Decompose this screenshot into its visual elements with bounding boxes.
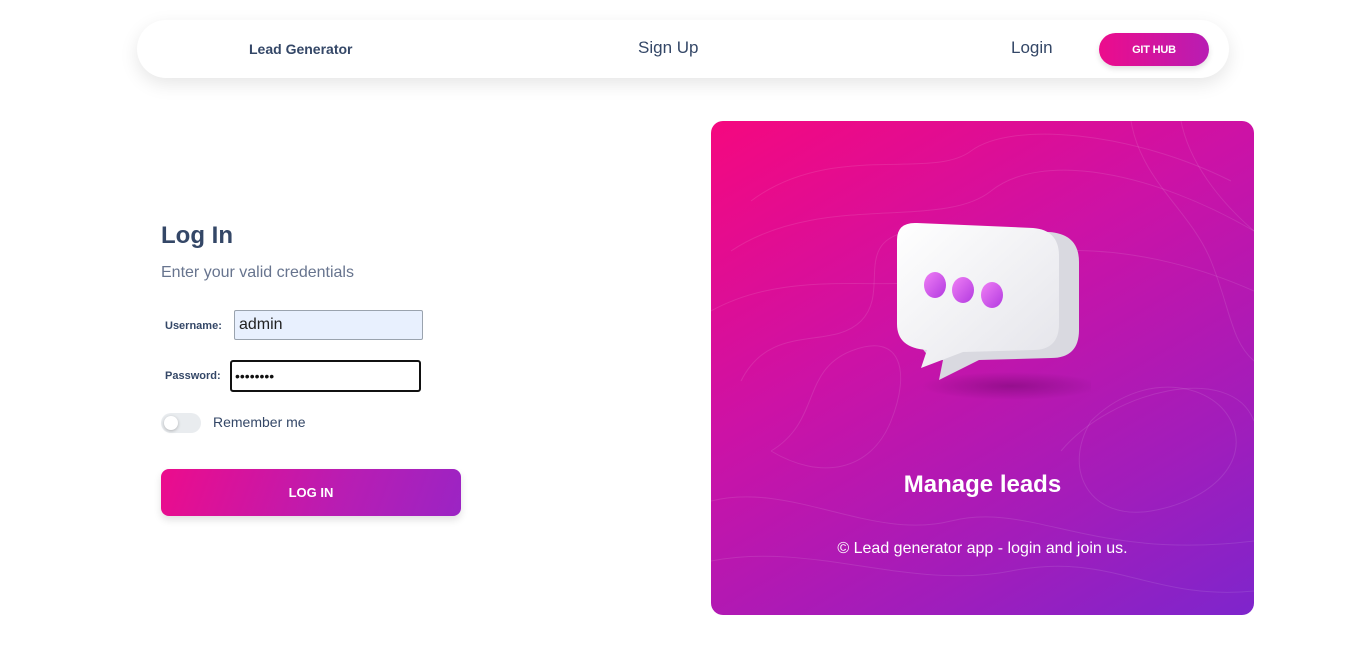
- nav-signup-link[interactable]: Sign Up: [638, 38, 698, 58]
- navbar: Lead Generator Sign Up Login GIT HUB: [137, 20, 1229, 78]
- remember-me-toggle[interactable]: [161, 413, 201, 433]
- promo-panel: Manage leads © Lead generator app - logi…: [711, 121, 1254, 615]
- login-button[interactable]: LOG IN: [161, 469, 461, 516]
- username-label: Username:: [165, 320, 222, 332]
- username-input[interactable]: [234, 310, 423, 340]
- brand-logo[interactable]: Lead Generator: [249, 41, 352, 57]
- panel-heading: Manage leads: [903, 471, 1062, 498]
- password-label: Password:: [165, 370, 221, 382]
- page-title: Log In: [161, 222, 233, 249]
- remember-me-label[interactable]: Remember me: [213, 414, 306, 430]
- password-input[interactable]: [230, 360, 421, 392]
- chat-bubble-icon: [891, 216, 1101, 406]
- github-button[interactable]: GIT HUB: [1099, 33, 1209, 66]
- nav-login-link[interactable]: Login: [1011, 38, 1053, 58]
- page-subtitle: Enter your valid credentials: [161, 264, 354, 281]
- toggle-knob: [164, 416, 178, 430]
- panel-copyright: © Lead generator app - login and join us…: [837, 540, 1128, 557]
